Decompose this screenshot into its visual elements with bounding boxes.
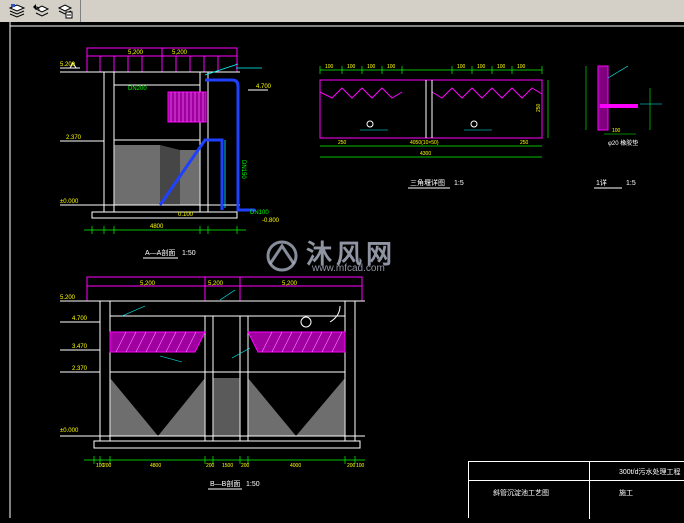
- b-dim-label: 4000: [290, 463, 301, 469]
- svg-text:5,200: 5,200: [172, 50, 188, 56]
- elev-label: 4.700: [72, 316, 88, 322]
- weir-dim: 250: [520, 140, 529, 146]
- svg-text:100: 100: [387, 64, 396, 70]
- weir-scale: 1:5: [454, 180, 464, 187]
- svg-text:φ20 橡胶垫: φ20 橡胶垫: [608, 139, 638, 147]
- elev-label: 2.370: [66, 135, 82, 141]
- elev-label: 2.370: [72, 366, 88, 372]
- svg-text:100: 100: [325, 64, 334, 70]
- b-dim-label: 200: [347, 463, 356, 469]
- title-block: 300t/d污水处理工程 斜管沉淀池工艺图 施工: [468, 461, 684, 519]
- b-dim-label: 200: [103, 463, 112, 469]
- section-a-scale: 1:50: [182, 250, 196, 257]
- title-block-drawing: 斜管沉淀池工艺图: [493, 490, 549, 497]
- b-dim-label: 100: [356, 463, 365, 469]
- elev-label: ±0.000: [60, 428, 79, 434]
- watermark-url: www.mfcad.com: [312, 263, 385, 274]
- elev-label: 5.200: [60, 62, 76, 68]
- section-b-scale: 1:50: [246, 481, 260, 488]
- section-a-title: A—A剖面: [145, 248, 175, 257]
- weir-title: 三角堰详图: [410, 178, 445, 187]
- weir-dim: 250: [338, 140, 347, 146]
- svg-text:5,200: 5,200: [128, 50, 144, 56]
- weir-dim: 4050(10×50): [410, 140, 439, 146]
- watermark: 沐风网 www.mfcad.com: [262, 232, 422, 280]
- elev-label: 5.200: [60, 295, 76, 301]
- b-dim-label: 1500: [222, 463, 233, 469]
- section-b-title: B—B剖面: [210, 479, 240, 488]
- svg-text:5,200: 5,200: [208, 281, 224, 287]
- section-a-a: 5,200 5,200 5.200 4.700 2.370 ±0.000 -0.…: [60, 47, 280, 259]
- detail-title: 1详: [596, 178, 607, 187]
- weir-detail: 100 100 100 100 100 100 100 100 250 4050(10×…: [319, 64, 549, 189]
- b-dim-label: 200: [206, 463, 215, 469]
- svg-text:5,200: 5,200: [140, 281, 156, 287]
- svg-text:100: 100: [347, 64, 356, 70]
- watermark-logo-icon: [266, 240, 298, 272]
- detail-1: 100 φ20 橡胶垫 1详 1:5: [585, 65, 662, 189]
- layer-states-icon[interactable]: [56, 2, 74, 20]
- detail-scale: 1:5: [626, 180, 636, 187]
- elev-label: 4.700: [256, 84, 272, 90]
- b-dim-label: 4800: [150, 463, 161, 469]
- pipe-label: DN150: [240, 160, 246, 179]
- svg-text:100: 100: [367, 64, 376, 70]
- weir-dim: 4300: [420, 151, 431, 157]
- cad-toolbar: [0, 0, 684, 23]
- pipe-label: DN200: [128, 86, 147, 92]
- pipe-label: DN100: [250, 210, 269, 216]
- svg-text:100: 100: [612, 128, 621, 134]
- dim-label: 0.100: [178, 212, 194, 218]
- svg-text:100: 100: [477, 64, 486, 70]
- svg-text:100: 100: [517, 64, 526, 70]
- svg-text:4800: 4800: [150, 224, 164, 230]
- svg-text:5,200: 5,200: [282, 281, 298, 287]
- svg-text:100: 100: [457, 64, 466, 70]
- title-block-role: 施工: [619, 490, 633, 497]
- elev-label: ±0.000: [60, 199, 79, 205]
- svg-text:250: 250: [536, 103, 542, 112]
- svg-text:100: 100: [497, 64, 506, 70]
- elev-label: -0.800: [262, 218, 280, 224]
- layer-properties-icon[interactable]: [8, 2, 26, 20]
- title-block-project: 300t/d污水处理工程: [619, 469, 681, 476]
- drawing-canvas[interactable]: 5,200 5,200 5.200 4.700 2.370 ±0.000 -0.…: [0, 22, 684, 519]
- b-dim-label: 200: [241, 463, 250, 469]
- section-b-b: 5,200 5,200 5,200 5.200 4.700 3.470 2.37…: [60, 276, 365, 490]
- elev-label: 3.470: [72, 344, 88, 350]
- layer-previous-icon[interactable]: [32, 2, 50, 20]
